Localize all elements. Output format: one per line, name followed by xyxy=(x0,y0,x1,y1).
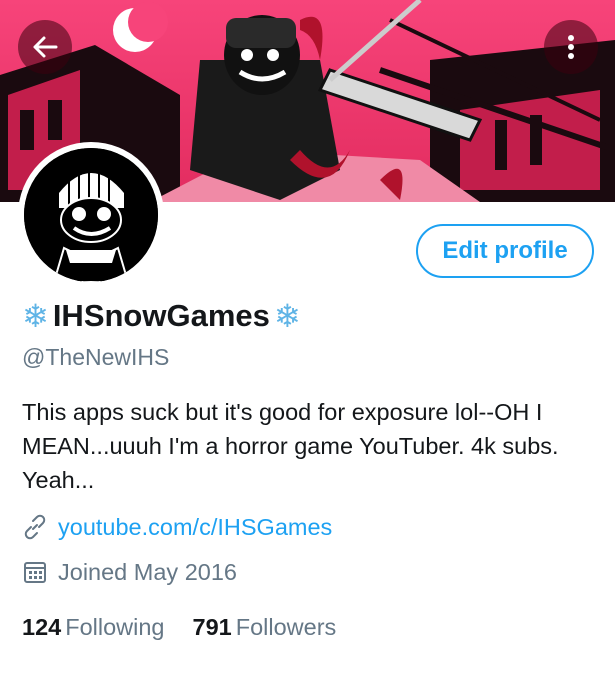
snowflake-icon: ❄ xyxy=(22,298,49,334)
profile-bio: This apps suck but it's good for exposur… xyxy=(22,399,559,493)
edit-profile-button[interactable]: Edit profile xyxy=(416,224,594,278)
display-name-row: ❄ IHSnowGames ❄ xyxy=(22,294,301,338)
more-options-button[interactable] xyxy=(544,20,598,74)
avatar-image xyxy=(24,148,158,282)
followers-stat[interactable]: 791 Followers xyxy=(193,614,337,641)
followers-count: 791 xyxy=(192,614,232,640)
followers-label: Followers xyxy=(235,614,337,640)
arrow-left-icon xyxy=(33,36,58,58)
vertical-dots-icon xyxy=(568,35,574,59)
follow-stats: 124 Following 791 Followers xyxy=(22,614,364,641)
following-stat[interactable]: 124 Following xyxy=(22,614,165,641)
profile-link[interactable]: youtube.com/c/IHSGames xyxy=(58,514,332,541)
profile-link-row[interactable]: youtube.com/c/IHSGames xyxy=(22,513,332,541)
user-handle: @TheNewIHS xyxy=(22,344,170,370)
calendar-icon xyxy=(22,558,50,586)
following-label: Following xyxy=(65,614,165,640)
joined-row: Joined May 2016 xyxy=(22,558,237,586)
joined-date: Joined May 2016 xyxy=(58,558,237,585)
back-button[interactable] xyxy=(18,20,72,74)
avatar[interactable] xyxy=(18,142,164,288)
link-icon xyxy=(22,513,50,541)
following-count: 124 xyxy=(22,614,62,640)
display-name: IHSnowGames xyxy=(52,298,270,333)
snowflake-icon: ❄ xyxy=(273,298,301,334)
